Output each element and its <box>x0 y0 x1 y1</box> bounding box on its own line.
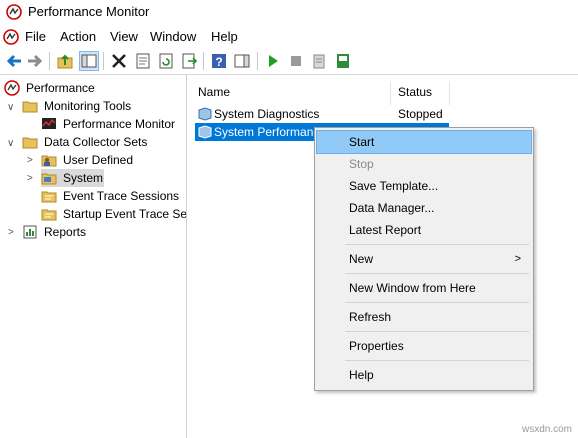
navigation-tree: Performance ∨ Monitoring Tools Performan… <box>0 75 187 438</box>
tree-node-system[interactable]: System <box>41 169 104 187</box>
tree-label: System <box>63 171 104 185</box>
monitor-graph-icon <box>42 118 56 129</box>
folder-icon <box>22 101 38 113</box>
show-action-pane-icon[interactable] <box>233 52 251 70</box>
title-bar: Performance Monitor <box>0 0 578 24</box>
tree-node-user-defined[interactable]: User Defined <box>41 151 186 169</box>
column-header-status[interactable]: Status <box>398 80 432 104</box>
chevron-down-icon[interactable]: ∨ <box>7 138 14 149</box>
menu-window[interactable]: Window <box>150 29 196 44</box>
tree-node-monitoring-tools[interactable]: Monitoring Tools <box>22 97 182 115</box>
collector-set-icon <box>198 107 212 121</box>
perfmon-app-icon <box>6 4 22 20</box>
reports-icon <box>23 225 37 239</box>
window-title: Performance Monitor <box>28 4 150 19</box>
tree-node-event-trace-sessions[interactable]: Event Trace Sessions <box>41 187 186 205</box>
tree-node-performance-monitor[interactable]: Performance Monitor <box>41 115 186 133</box>
context-menu-new-window[interactable]: New Window from Here <box>317 277 531 299</box>
context-menu: Start Stop Save Template... Data Manager… <box>314 127 534 391</box>
row-name: System Diagnostics <box>214 107 320 121</box>
forward-arrow-icon[interactable] <box>26 52 44 70</box>
system-menu-icon[interactable] <box>3 29 19 45</box>
tree-label: Performance Monitor <box>63 117 176 131</box>
help-icon[interactable]: ? <box>210 52 228 70</box>
menu-file[interactable]: File <box>25 29 46 44</box>
context-menu-data-manager[interactable]: Data Manager... <box>317 197 531 219</box>
tree-node-performance[interactable]: Performance <box>4 79 184 97</box>
start-icon[interactable] <box>264 52 282 70</box>
tree-label: Reports <box>44 225 87 239</box>
trace-folder-icon <box>41 209 57 221</box>
report-icon[interactable] <box>310 52 328 70</box>
properties-icon[interactable] <box>134 52 152 70</box>
tree-node-data-collector-sets[interactable]: Data Collector Sets <box>22 133 182 151</box>
context-menu-refresh[interactable]: Refresh <box>317 306 531 328</box>
tree-label: Monitoring Tools <box>44 99 132 113</box>
context-menu-latest-report[interactable]: Latest Report <box>317 219 531 241</box>
chevron-right-icon[interactable]: > <box>27 155 33 166</box>
perfmon-icon <box>4 80 20 96</box>
table-row[interactable]: System Diagnostics Stopped <box>195 105 455 123</box>
delete-icon[interactable] <box>110 52 128 70</box>
menu-action[interactable]: Action <box>60 29 96 44</box>
context-menu-help[interactable]: Help <box>317 364 531 386</box>
stop-icon[interactable] <box>287 52 305 70</box>
tree-label: Startup Event Trace Ses <box>63 207 186 221</box>
row-name: System Performance <box>214 125 327 139</box>
export-list-icon[interactable] <box>180 52 198 70</box>
menu-help[interactable]: Help <box>211 29 238 44</box>
context-menu-stop: Stop <box>349 157 374 171</box>
tree-label: Performance <box>26 81 95 95</box>
up-folder-icon[interactable] <box>56 52 74 70</box>
trace-folder-icon <box>41 191 57 203</box>
context-menu-new[interactable]: New > <box>317 248 531 270</box>
watermark: wsxdn.com <box>521 424 572 435</box>
show-hide-tree-icon[interactable] <box>79 51 99 71</box>
tree-label: User Defined <box>63 153 134 167</box>
menu-bar: File Action View Window Help <box>0 24 578 48</box>
tree-label: Data Collector Sets <box>44 135 148 149</box>
column-header-name[interactable]: Name <box>198 80 230 104</box>
chevron-right-icon[interactable]: > <box>27 173 33 184</box>
context-menu-properties[interactable]: Properties <box>317 335 531 357</box>
context-menu-save-template[interactable]: Save Template... <box>317 175 531 197</box>
chevron-right-icon: > <box>514 253 521 265</box>
data-manager-icon[interactable] <box>334 52 352 70</box>
collector-set-icon <box>198 125 212 139</box>
svg-text:?: ? <box>215 55 222 69</box>
context-menu-start[interactable]: Start <box>316 130 532 154</box>
row-status: Stopped <box>398 107 443 121</box>
back-arrow-icon[interactable] <box>5 52 23 70</box>
refresh-icon[interactable] <box>157 52 175 70</box>
chevron-right-icon[interactable]: > <box>8 227 14 238</box>
tree-node-startup-event-trace[interactable]: Startup Event Trace Ses <box>41 205 186 223</box>
chevron-down-icon[interactable]: ∨ <box>7 102 14 113</box>
menu-view[interactable]: View <box>110 29 138 44</box>
tree-label: Event Trace Sessions <box>63 189 180 203</box>
system-folder-icon <box>41 173 57 185</box>
folder-icon <box>22 137 38 149</box>
tree-node-reports[interactable]: Reports <box>22 223 182 241</box>
toolbar: ? <box>0 48 578 75</box>
user-folder-icon <box>41 155 57 167</box>
